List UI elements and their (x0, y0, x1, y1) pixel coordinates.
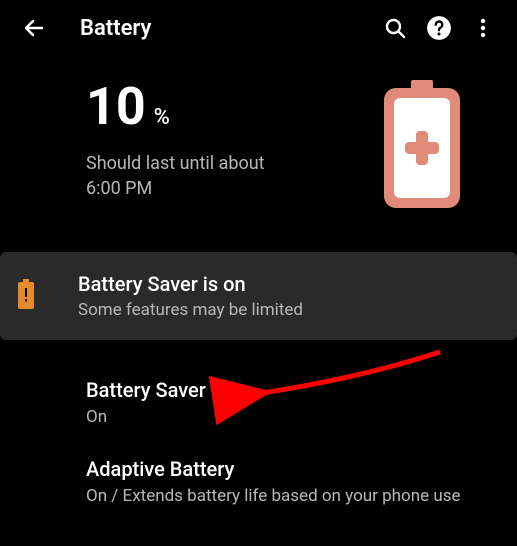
page-title: Battery (80, 16, 373, 41)
adaptive-battery-item[interactable]: Adaptive Battery On / Extends battery li… (0, 443, 517, 522)
battery-saver-banner[interactable]: Battery Saver is on Some features may be… (0, 252, 517, 340)
battery-hero: 10 % Should last until about 6:00 PM (0, 56, 517, 244)
battery-illustration-icon (381, 80, 463, 214)
battery-percent-value: 10 (86, 76, 146, 137)
battery-saver-status: On (86, 406, 466, 429)
banner-title: Battery Saver is on (78, 272, 303, 296)
back-icon[interactable] (12, 6, 56, 50)
adaptive-battery-status: On / Extends battery life based on your … (86, 485, 466, 508)
banner-subtitle: Some features may be limited (78, 300, 303, 320)
battery-level-info: 10 % Should last until about 6:00 PM (86, 76, 381, 201)
adaptive-battery-title: Adaptive Battery (86, 457, 493, 481)
help-icon[interactable] (417, 6, 461, 50)
search-icon[interactable] (373, 6, 417, 50)
battery-saver-banner-icon (18, 279, 34, 313)
estimate-line-1: Should last until about (86, 153, 265, 174)
app-bar: Battery (0, 0, 517, 56)
battery-saver-item[interactable]: Battery Saver On (0, 364, 517, 443)
battery-estimate: Should last until about 6:00 PM (86, 151, 306, 201)
battery-saver-title: Battery Saver (86, 378, 493, 402)
estimate-line-2: 6:00 PM (86, 178, 152, 199)
battery-percent: 10 % (86, 76, 381, 137)
overflow-menu-icon[interactable] (461, 6, 505, 50)
percent-sign: % (154, 105, 170, 130)
banner-text: Battery Saver is on Some features may be… (78, 272, 303, 320)
